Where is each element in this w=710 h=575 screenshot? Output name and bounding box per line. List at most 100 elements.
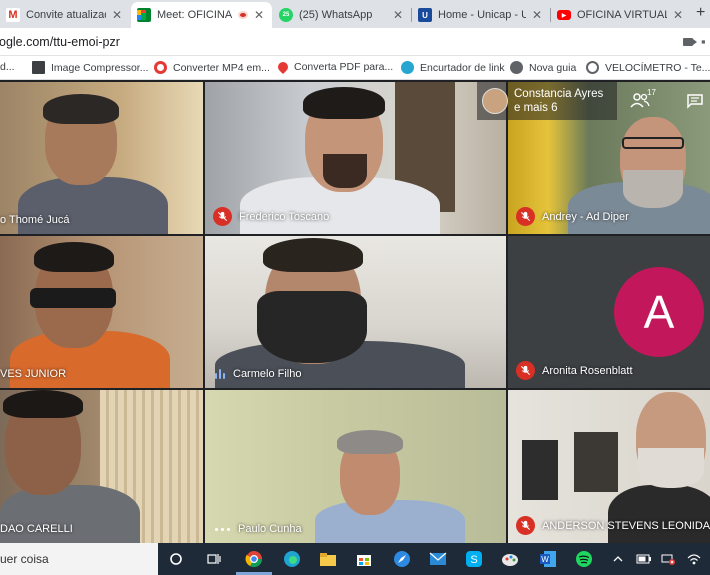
extension-icon[interactable]: ▪ <box>701 34 706 49</box>
bookmark-label: Image Compressor... <box>51 61 149 74</box>
participant-tile[interactable]: VES JUNIOR <box>0 236 203 388</box>
participant-hair <box>303 87 385 119</box>
windows-taskbar: uer coisa S W <box>0 543 710 575</box>
bookmark-item[interactable]: Converter MP4 em... <box>154 61 270 74</box>
participant-hair <box>43 94 119 124</box>
mail-icon[interactable] <box>428 549 448 569</box>
participant-name-row: Paulo Cunha <box>205 523 302 535</box>
chat-icon <box>687 94 703 109</box>
participant-tile[interactable]: Frederico Toscano <box>205 82 506 234</box>
youtube-icon: ▶ <box>557 10 571 20</box>
speaking-indicator-icon <box>215 369 225 379</box>
search-input[interactable]: uer coisa <box>0 552 49 566</box>
tab-meet[interactable]: Meet: OFICINA V ✕ <box>131 2 272 28</box>
close-icon[interactable]: ✕ <box>671 8 685 22</box>
close-icon[interactable]: ✕ <box>252 8 266 22</box>
participant-tile[interactable]: Carmelo Filho <box>205 236 506 388</box>
participant-name: Carmelo Filho <box>233 368 302 380</box>
globe-icon <box>510 61 523 74</box>
cortana-icon[interactable] <box>166 549 186 569</box>
participant-name-row: o Thomé Jucá <box>0 214 70 226</box>
speedometer-icon <box>586 61 599 74</box>
bookmark-item[interactable]: VELOCÍMETRO - Te... <box>586 61 710 74</box>
gmail-icon: M <box>6 8 20 22</box>
address-bar[interactable]: ogle.com/ttu-emoi-pzr ▪ <box>0 28 710 56</box>
url-text[interactable]: ogle.com/ttu-emoi-pzr <box>0 35 120 49</box>
tab-title: (25) WhatsApp <box>299 9 373 21</box>
participant-tile[interactable]: ANDERSON STEVENS LEONIDAS G <box>508 390 710 543</box>
taskbar-search-box[interactable]: uer coisa <box>0 543 158 575</box>
svg-text:S: S <box>470 554 477 566</box>
skype-icon[interactable]: S <box>464 549 484 569</box>
meet-icon <box>137 8 151 22</box>
battery-icon[interactable] <box>634 549 654 569</box>
bookmark-item[interactable]: Encurtador de link <box>401 61 505 74</box>
bookmark-label: d... <box>0 61 15 73</box>
participant-hair <box>3 390 83 418</box>
bookmark-item[interactable]: Image Compressor... <box>32 61 148 74</box>
bookmark-item[interactable]: Nova guia <box>510 61 576 74</box>
spotify-icon[interactable] <box>574 549 594 569</box>
overlay-text: Constancia Ayres e mais 6 <box>514 87 603 115</box>
sunglasses <box>30 288 116 308</box>
participant-name-row: Andrey - Ad Diper <box>508 207 629 226</box>
participant-name-row: VES JUNIOR <box>0 368 66 380</box>
bookmark-label: Converta PDF para... <box>294 61 394 73</box>
edge-icon[interactable] <box>282 549 302 569</box>
new-tab-button[interactable]: + <box>696 4 705 22</box>
task-view-icon[interactable] <box>204 549 224 569</box>
screen: M Convite atualizado: C ✕ Meet: OFICINA … <box>0 0 710 575</box>
link-icon <box>401 61 414 74</box>
camera-icon[interactable] <box>683 38 697 46</box>
tab-youtube[interactable]: ▶ OFICINA VIRTUAL IN ✕ <box>551 2 691 28</box>
tab-title: Convite atualizado: C <box>26 9 106 21</box>
chrome-icon[interactable] <box>244 549 264 569</box>
tab-title: Meet: OFICINA V <box>157 9 235 21</box>
tab-title: OFICINA VIRTUAL IN <box>577 9 667 21</box>
participant-name: o Thomé Jucá <box>0 214 70 226</box>
participant-name: DAO CARELLI <box>0 523 73 535</box>
poster <box>522 440 558 500</box>
chevron-up-icon[interactable] <box>608 549 628 569</box>
safari-like-icon[interactable] <box>392 549 412 569</box>
close-icon[interactable]: ✕ <box>391 8 405 22</box>
image-icon <box>32 61 45 74</box>
paint-icon[interactable] <box>500 549 520 569</box>
participant-tile[interactable]: DAO CARELLI <box>0 390 203 543</box>
participant-info-overlay: Constancia Ayres e mais 6 <box>477 82 617 120</box>
wifi-icon[interactable] <box>684 549 704 569</box>
participant-beard <box>623 170 683 208</box>
bookmark-item[interactable]: Converta PDF para... <box>275 59 394 75</box>
participant-name-row: Carmelo Filho <box>205 368 301 380</box>
tab-gmail[interactable]: M Convite atualizado: C ✕ <box>0 2 130 28</box>
glasses <box>622 137 684 149</box>
svg-text:W: W <box>541 555 549 564</box>
participant-name: Frederico Toscano <box>239 210 330 223</box>
participant-hair <box>337 430 403 454</box>
participant-name-row: Aronita Rosenblatt <box>508 361 633 380</box>
close-icon[interactable]: ✕ <box>110 8 124 22</box>
store-icon[interactable] <box>354 549 374 569</box>
participant-tile[interactable]: Paulo Cunha <box>205 390 506 543</box>
network-icon[interactable] <box>658 549 678 569</box>
file-explorer-icon[interactable] <box>318 549 338 569</box>
unicap-icon: U <box>418 8 432 22</box>
overlay-name: Constancia Ayres <box>514 88 604 100</box>
mic-off-icon <box>516 207 535 226</box>
tab-unicap[interactable]: U Home - Unicap - Un ✕ <box>412 2 550 28</box>
participant-name: VES JUNIOR <box>0 368 67 380</box>
heart-icon <box>275 59 291 75</box>
close-icon[interactable]: ✕ <box>530 8 544 22</box>
poster <box>574 432 618 492</box>
mic-off-icon <box>213 207 232 226</box>
bookmark-label: VELOCÍMETRO - Te... <box>605 61 710 74</box>
overlay-more: e mais 6 <box>514 102 558 114</box>
bookmark-label: Converter MP4 em... <box>173 61 270 74</box>
face-mask <box>257 291 367 363</box>
word-icon[interactable]: W <box>538 549 558 569</box>
chat-button[interactable] <box>680 86 710 116</box>
tab-whatsapp[interactable]: 25 (25) WhatsApp ✕ <box>273 2 411 28</box>
bookmark-item[interactable]: d... <box>0 61 15 73</box>
participant-tile[interactable]: o Thomé Jucá <box>0 82 203 234</box>
avatar <box>482 88 508 114</box>
